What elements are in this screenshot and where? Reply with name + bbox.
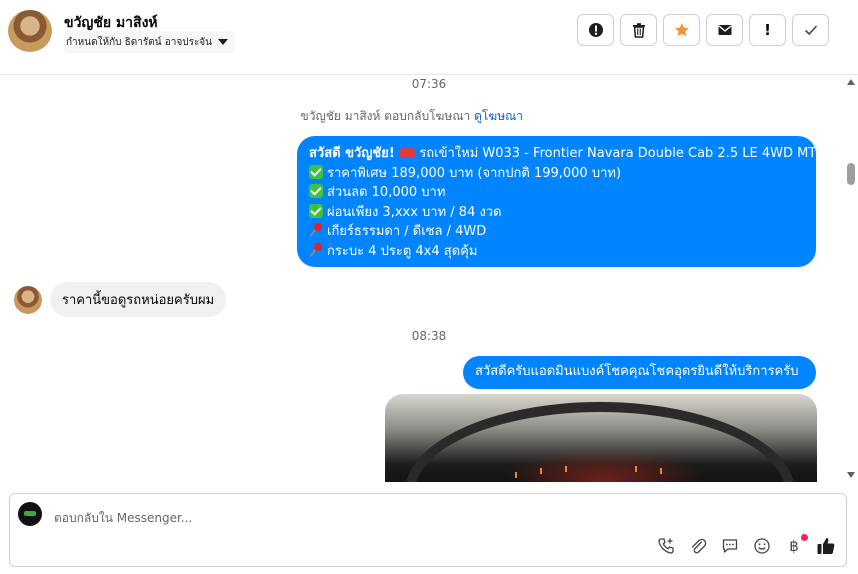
message-thread[interactable]: 07:36 ขวัญชัย มาสิงห์ ตอบกลับโฆษณา ดูโฆษ… xyxy=(0,75,844,482)
check-icon xyxy=(804,25,817,36)
attachment-icon xyxy=(691,538,707,554)
thread-scrollbar[interactable] xyxy=(844,75,858,482)
page-logo xyxy=(18,502,42,526)
check-mark-icon xyxy=(309,203,323,218)
ad-message-line: เกียร์ธรรมดา / ดีเซล / 4WD xyxy=(309,222,804,242)
emoji-icon xyxy=(754,538,770,554)
ad-message-line: ราคาพิเศษ 189,000 บาท (จากปกติ 199,000 บ… xyxy=(309,164,804,184)
scroll-down-arrow-icon[interactable] xyxy=(847,472,855,478)
alert-icon: ! xyxy=(764,21,771,39)
timestamp: 07:36 xyxy=(411,77,447,91)
mail-icon xyxy=(718,25,731,35)
pushpin-icon xyxy=(309,242,323,257)
view-ad-link[interactable]: ดูโฆษณา xyxy=(474,109,523,123)
like-icon xyxy=(817,538,835,554)
ad-message-line: ผ่อนเพียง 3,xxx บาท / 84 งวด xyxy=(309,203,804,223)
car-icon xyxy=(399,148,416,158)
mark-unread-button[interactable] xyxy=(706,14,743,46)
incoming-message[interactable]: ราคานี้ขอดูรถหน่อยครับผม xyxy=(50,282,227,317)
star-icon xyxy=(674,23,689,37)
ad-reply-note: ขวัญชัย มาสิงห์ ตอบกลับโฆษณา ดูโฆษณา xyxy=(301,107,523,126)
delete-button[interactable] xyxy=(620,14,657,46)
assign-label: กำหนดให้กับ ธิดารัตน์ อาจประจัน xyxy=(66,36,213,48)
photo-content xyxy=(660,468,662,474)
payment-button[interactable]: ฿ xyxy=(784,534,808,556)
chevron-down-icon xyxy=(218,39,229,45)
saved-reply-icon xyxy=(722,539,738,553)
ad-reply-text: ขวัญชัย มาสิงห์ ตอบกลับโฆษณา xyxy=(300,109,471,123)
call-button[interactable] xyxy=(656,536,676,556)
mark-done-button[interactable] xyxy=(792,14,829,46)
ad-message-title-line: สวัสดี ขวัญชัย! รถเข้าใหม่ W033 - Fronti… xyxy=(309,146,817,161)
saved-replies-button[interactable] xyxy=(720,536,740,556)
incoming-message-row: ราคานี้ขอดูรถหน่อยครับผม xyxy=(14,282,227,317)
photo-content xyxy=(565,466,567,472)
attach-button[interactable] xyxy=(688,536,708,556)
mark-spam-button[interactable] xyxy=(577,14,614,46)
contact-avatar[interactable] xyxy=(8,10,52,52)
baht-icon: ฿ xyxy=(789,537,799,555)
emoji-button[interactable] xyxy=(752,536,772,556)
star-button[interactable] xyxy=(663,14,700,46)
photo-content xyxy=(635,466,637,472)
pushpin-icon xyxy=(309,223,323,237)
reply-input[interactable]: ตอบกลับใน Messenger... xyxy=(54,509,192,528)
photo-content xyxy=(515,472,517,478)
ad-message-line: ส่วนลด 10,000 บาท xyxy=(309,183,804,203)
composer-tools: ฿ xyxy=(656,534,836,556)
timestamp: 08:38 xyxy=(411,329,447,343)
flag-button[interactable]: ! xyxy=(749,14,786,46)
contact-avatar-small[interactable] xyxy=(14,285,42,314)
notification-dot xyxy=(801,534,808,541)
check-mark-icon xyxy=(309,164,323,179)
ad-message-line: กระบะ 4 ประตู 4x4 สุดคุ้ม xyxy=(309,242,804,262)
outgoing-ad-message[interactable]: สวัสดี ขวัญชัย! รถเข้าใหม่ W033 - Fronti… xyxy=(297,136,816,267)
check-mark-icon xyxy=(309,184,323,198)
conversation-header: ขวัญชัย มาสิงห์ กำหนดให้กับ ธิดารัตน์ อา… xyxy=(0,0,858,75)
header-actions: ! xyxy=(577,14,829,46)
scrollbar-thumb[interactable] xyxy=(847,163,855,185)
photo-attachment[interactable] xyxy=(385,394,817,482)
assign-dropdown[interactable]: กำหนดให้กับ ธิดารัตน์ อาจประจัน xyxy=(64,31,235,53)
trash-icon xyxy=(632,23,645,38)
outgoing-message[interactable]: สวัสดีครับแอดมินแบงค์โชคคุณโชคอุดรยินดีใ… xyxy=(463,356,816,389)
scroll-up-arrow-icon[interactable] xyxy=(847,79,855,85)
phone-add-icon xyxy=(658,538,674,554)
photo-content xyxy=(540,468,542,474)
reply-composer[interactable]: ตอบกลับใน Messenger... ฿ xyxy=(9,493,847,567)
like-button[interactable] xyxy=(816,536,836,556)
spam-icon xyxy=(588,23,603,37)
